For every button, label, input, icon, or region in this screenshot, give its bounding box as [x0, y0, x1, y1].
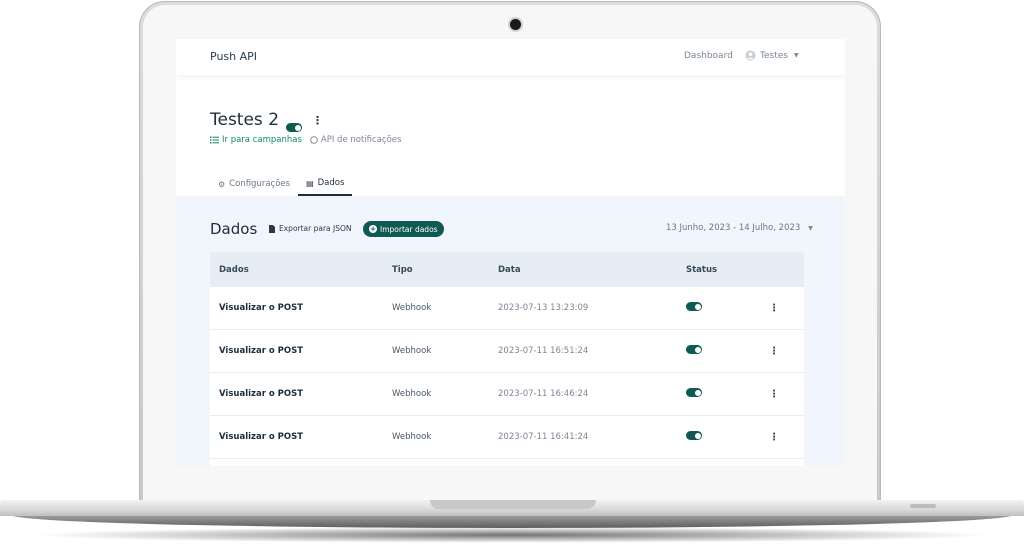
tab-configuracoes[interactable]: ⚙ Configurações	[210, 175, 298, 196]
cell-data: 2023-07-13 13:23:09	[498, 303, 589, 313]
plus-circle-icon: +	[369, 225, 377, 233]
tab-dados[interactable]: ▤ Dados	[298, 175, 353, 196]
table-row: Visualizar o POST Webhook 2023-07-13 13:…	[210, 287, 804, 330]
table-row: Visualizar o POST Webhook 2023-07-11 16:…	[210, 330, 804, 373]
table-row: Visualizar o POST Webhook 2023-07-11 16:…	[210, 373, 804, 416]
export-json-button[interactable]: Exportar para JSON	[269, 224, 352, 233]
caret-down-icon: ▼	[793, 52, 799, 59]
app-screen: Push API Dashboard Testes ▼ Testes 2 ⋮ I…	[176, 39, 845, 466]
table-row	[210, 459, 804, 466]
camera-icon	[510, 19, 521, 30]
laptop-shadow	[30, 527, 994, 543]
user-name: Testes	[760, 50, 788, 61]
database-icon: ▤	[306, 178, 314, 188]
user-icon	[745, 50, 756, 61]
cell-tipo: Webhook	[392, 389, 432, 399]
view-post-link[interactable]: Visualizar o POST	[219, 432, 303, 442]
file-icon	[269, 224, 275, 233]
row-menu-icon[interactable]: ⋮	[769, 432, 779, 443]
laptop-pad	[910, 504, 936, 508]
status-toggle[interactable]	[686, 302, 702, 314]
brand-link[interactable]: Push API	[210, 50, 257, 63]
row-menu-icon[interactable]: ⋮	[769, 303, 779, 314]
gears-icon: ⚙	[218, 179, 226, 189]
campaigns-link[interactable]: Ir para campanhas	[210, 135, 302, 145]
sub-links: Ir para campanhas API de notificações	[210, 135, 401, 145]
import-data-button[interactable]: + Importar dados	[363, 221, 444, 237]
row-menu-icon[interactable]: ⋮	[769, 346, 779, 357]
top-navbar: Push API Dashboard Testes ▼	[176, 39, 845, 75]
header-dados[interactable]: Dados	[219, 265, 249, 275]
date-range-picker[interactable]: 13 Junho, 2023 - 14 Julho, 2023 ▼	[666, 223, 813, 233]
section-title: Dados	[210, 220, 258, 238]
caret-down-icon: ▼	[808, 224, 813, 232]
view-post-link[interactable]: Visualizar o POST	[219, 389, 303, 399]
user-menu[interactable]: Testes ▼	[745, 50, 799, 61]
header-data[interactable]: Data	[498, 265, 521, 275]
nav-dashboard-link[interactable]: Dashboard	[684, 51, 733, 61]
view-post-link[interactable]: Visualizar o POST	[219, 303, 303, 313]
header-tipo[interactable]: Tipo	[392, 265, 413, 275]
data-panel: Dados Exportar para JSON + Importar dado…	[176, 196, 845, 466]
list-icon	[210, 136, 219, 144]
more-options-icon[interactable]: ⋮	[312, 114, 323, 127]
tabs: ⚙ Configurações ▤ Dados	[210, 175, 353, 196]
api-link[interactable]: API de notificações	[310, 135, 401, 145]
whatsapp-icon	[310, 136, 318, 144]
page-title: Testes 2	[210, 110, 280, 130]
table-header: Dados Tipo Data Status	[210, 252, 804, 287]
view-post-link[interactable]: Visualizar o POST	[219, 346, 303, 356]
header-status[interactable]: Status	[686, 265, 717, 275]
row-menu-icon[interactable]: ⋮	[769, 389, 779, 400]
cell-data: 2023-07-11 16:41:24	[498, 432, 589, 442]
cell-tipo: Webhook	[392, 303, 432, 313]
status-toggle[interactable]	[686, 345, 702, 357]
laptop-foot	[12, 515, 1012, 528]
table-row: Visualizar o POST Webhook 2023-07-11 16:…	[210, 416, 804, 459]
status-toggle[interactable]	[686, 431, 702, 443]
laptop-notch	[430, 500, 596, 509]
data-table: Dados Tipo Data Status Visualizar o POST…	[210, 252, 804, 466]
cell-tipo: Webhook	[392, 432, 432, 442]
cell-tipo: Webhook	[392, 346, 432, 356]
active-toggle[interactable]	[286, 117, 302, 136]
cell-data: 2023-07-11 16:51:24	[498, 346, 589, 356]
status-toggle[interactable]	[686, 388, 702, 400]
cell-data: 2023-07-11 16:46:24	[498, 389, 589, 399]
